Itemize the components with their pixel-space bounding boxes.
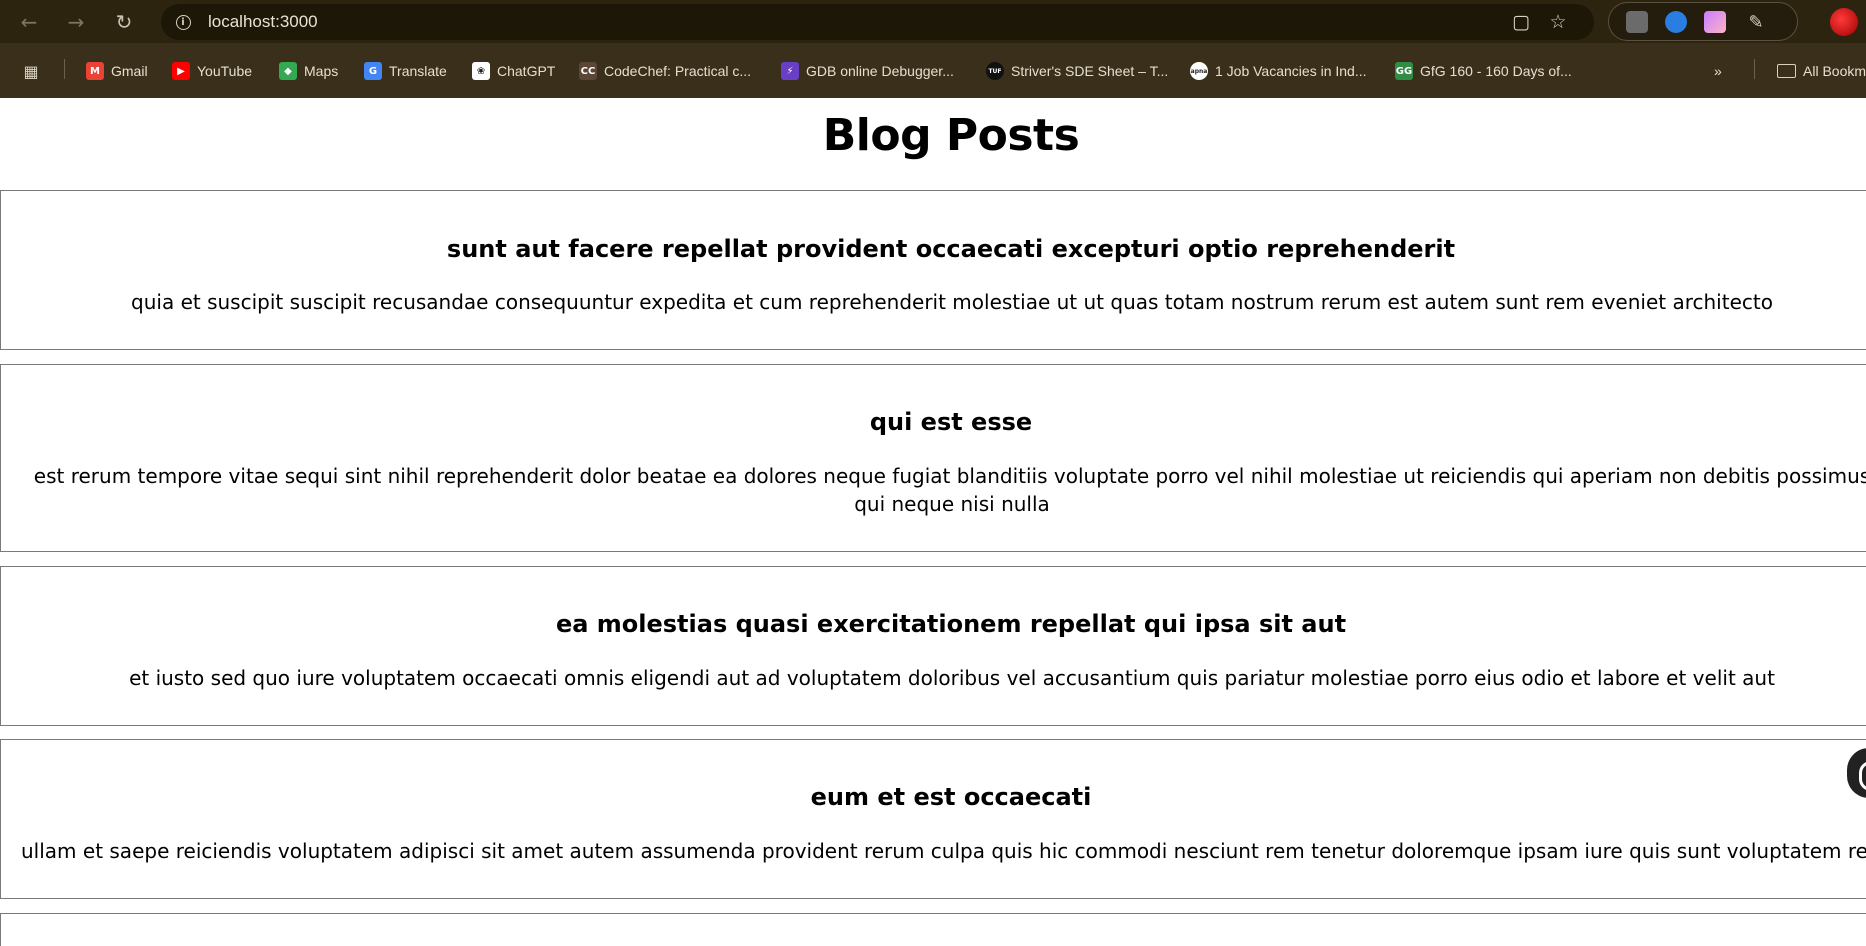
post-body: quia et suscipit suscipit recusandae con… [131,290,1773,314]
browser-chrome: ← → ↻ i localhost:3000 ▢ ☆ ✎ ▦ M Gmail ▶ Yo… [0,0,1866,98]
bookmark-label: GfG 160 - 160 Days of... [1420,63,1572,79]
bookmark-item[interactable]: apna 1 Job Vacancies in Ind... [1190,60,1367,82]
site-info-icon[interactable]: i [169,8,197,36]
extension-avatar-icon[interactable] [1704,11,1726,33]
blog-post-card: sunt aut facere repellat provident occae… [0,190,1866,350]
gfg-icon: GG [1395,62,1413,80]
translate-icon: G [364,62,382,80]
blog-post-card: qui est esse est rerum tempore vitae seq… [0,364,1866,552]
post-title: ea molestias quasi exercitationem repell… [555,610,1347,638]
bookmark-label: 1 Job Vacancies in Ind... [1215,63,1367,79]
bookmark-item[interactable]: TUF Striver's SDE Sheet – T... [986,60,1168,82]
page-title: Blog Posts [822,110,1080,161]
bookmark-star-icon[interactable]: ☆ [1545,9,1571,35]
extension-blue-icon[interactable] [1665,11,1687,33]
apps-grid-icon[interactable]: ▦ [22,60,40,82]
bookmark-item[interactable]: GG GfG 160 - 160 Days of... [1395,60,1572,82]
folder-icon [1777,64,1796,78]
blog-post-card [0,913,1866,946]
bookmark-item[interactable]: ◆ Maps [279,60,338,82]
bookmark-item[interactable]: ▶ YouTube [172,60,252,82]
post-title: qui est esse [869,408,1033,436]
bookmark-label: YouTube [197,63,253,79]
bookmark-item[interactable]: G Translate [364,60,447,82]
address-bar[interactable]: i localhost:3000 ▢ ☆ [161,4,1594,40]
post-body: et iusto sed quo iure voluptatem occaeca… [129,666,1775,690]
post-body: ullam et saepe reiciendis voluptatem adi… [21,839,1866,863]
bookmark-label: Translate [389,63,447,79]
blog-post-card: ea molestias quasi exercitationem repell… [0,566,1866,726]
install-app-icon[interactable]: ▢ [1508,9,1534,35]
chatgpt-icon: ❀ [472,62,490,80]
post-title: eum et est occaecati [810,783,1092,811]
bookmark-item[interactable]: ❀ ChatGPT [472,60,555,82]
bookmark-label: Gmail [111,63,148,79]
gdb-icon: ⚡ [781,62,799,80]
forward-button[interactable]: → [63,9,89,35]
apna-icon: apna [1190,62,1208,80]
bookmark-label: Maps [304,63,339,79]
extensions-group: ✎ [1608,2,1798,41]
bookmark-label: GDB online Debugger... [806,63,954,79]
browser-toolbar: ← → ↻ i localhost:3000 ▢ ☆ ✎ [0,0,1866,43]
bookmark-item[interactable]: CC CodeChef: Practical c... [579,60,751,82]
maps-icon: ◆ [279,62,297,80]
youtube-icon: ▶ [172,62,190,80]
blog-post-card: eum et est occaecati ullam et saepe reic… [0,739,1866,899]
bookmark-label: CodeChef: Practical c... [604,63,752,79]
post-title: sunt aut facere repellat provident occae… [446,235,1456,263]
all-bookmarks-folder[interactable]: All Bookmarks [1777,60,1866,82]
more-bookmarks-chevron-icon[interactable]: » [1714,60,1722,82]
reload-button[interactable]: ↻ [111,9,137,35]
bookmarks-divider-right [1754,59,1755,79]
tab-search-extension-icon[interactable] [1626,11,1648,33]
all-bookmarks-label: All Bookmarks [1803,63,1866,79]
gmail-icon: M [86,62,104,80]
back-button[interactable]: ← [16,9,42,35]
tuf-icon: TUF [986,62,1004,80]
bookmark-item[interactable]: M Gmail [86,60,148,82]
post-body: est rerum tempore vitae sequi sint nihil… [33,464,1866,516]
codechef-icon: CC [579,62,597,80]
profile-avatar[interactable] [1830,8,1858,36]
page-content: Blog Posts sunt aut facere repellat prov… [0,98,1866,946]
bookmark-item[interactable]: ⚡ GDB online Debugger... [781,60,954,82]
extensions-puzzle-icon[interactable]: ✎ [1745,11,1767,33]
bookmark-label: Striver's SDE Sheet – T... [1011,63,1169,79]
bookmarks-divider [64,59,65,79]
bookmark-label: ChatGPT [497,63,556,79]
url-text[interactable]: localhost:3000 [208,12,318,32]
